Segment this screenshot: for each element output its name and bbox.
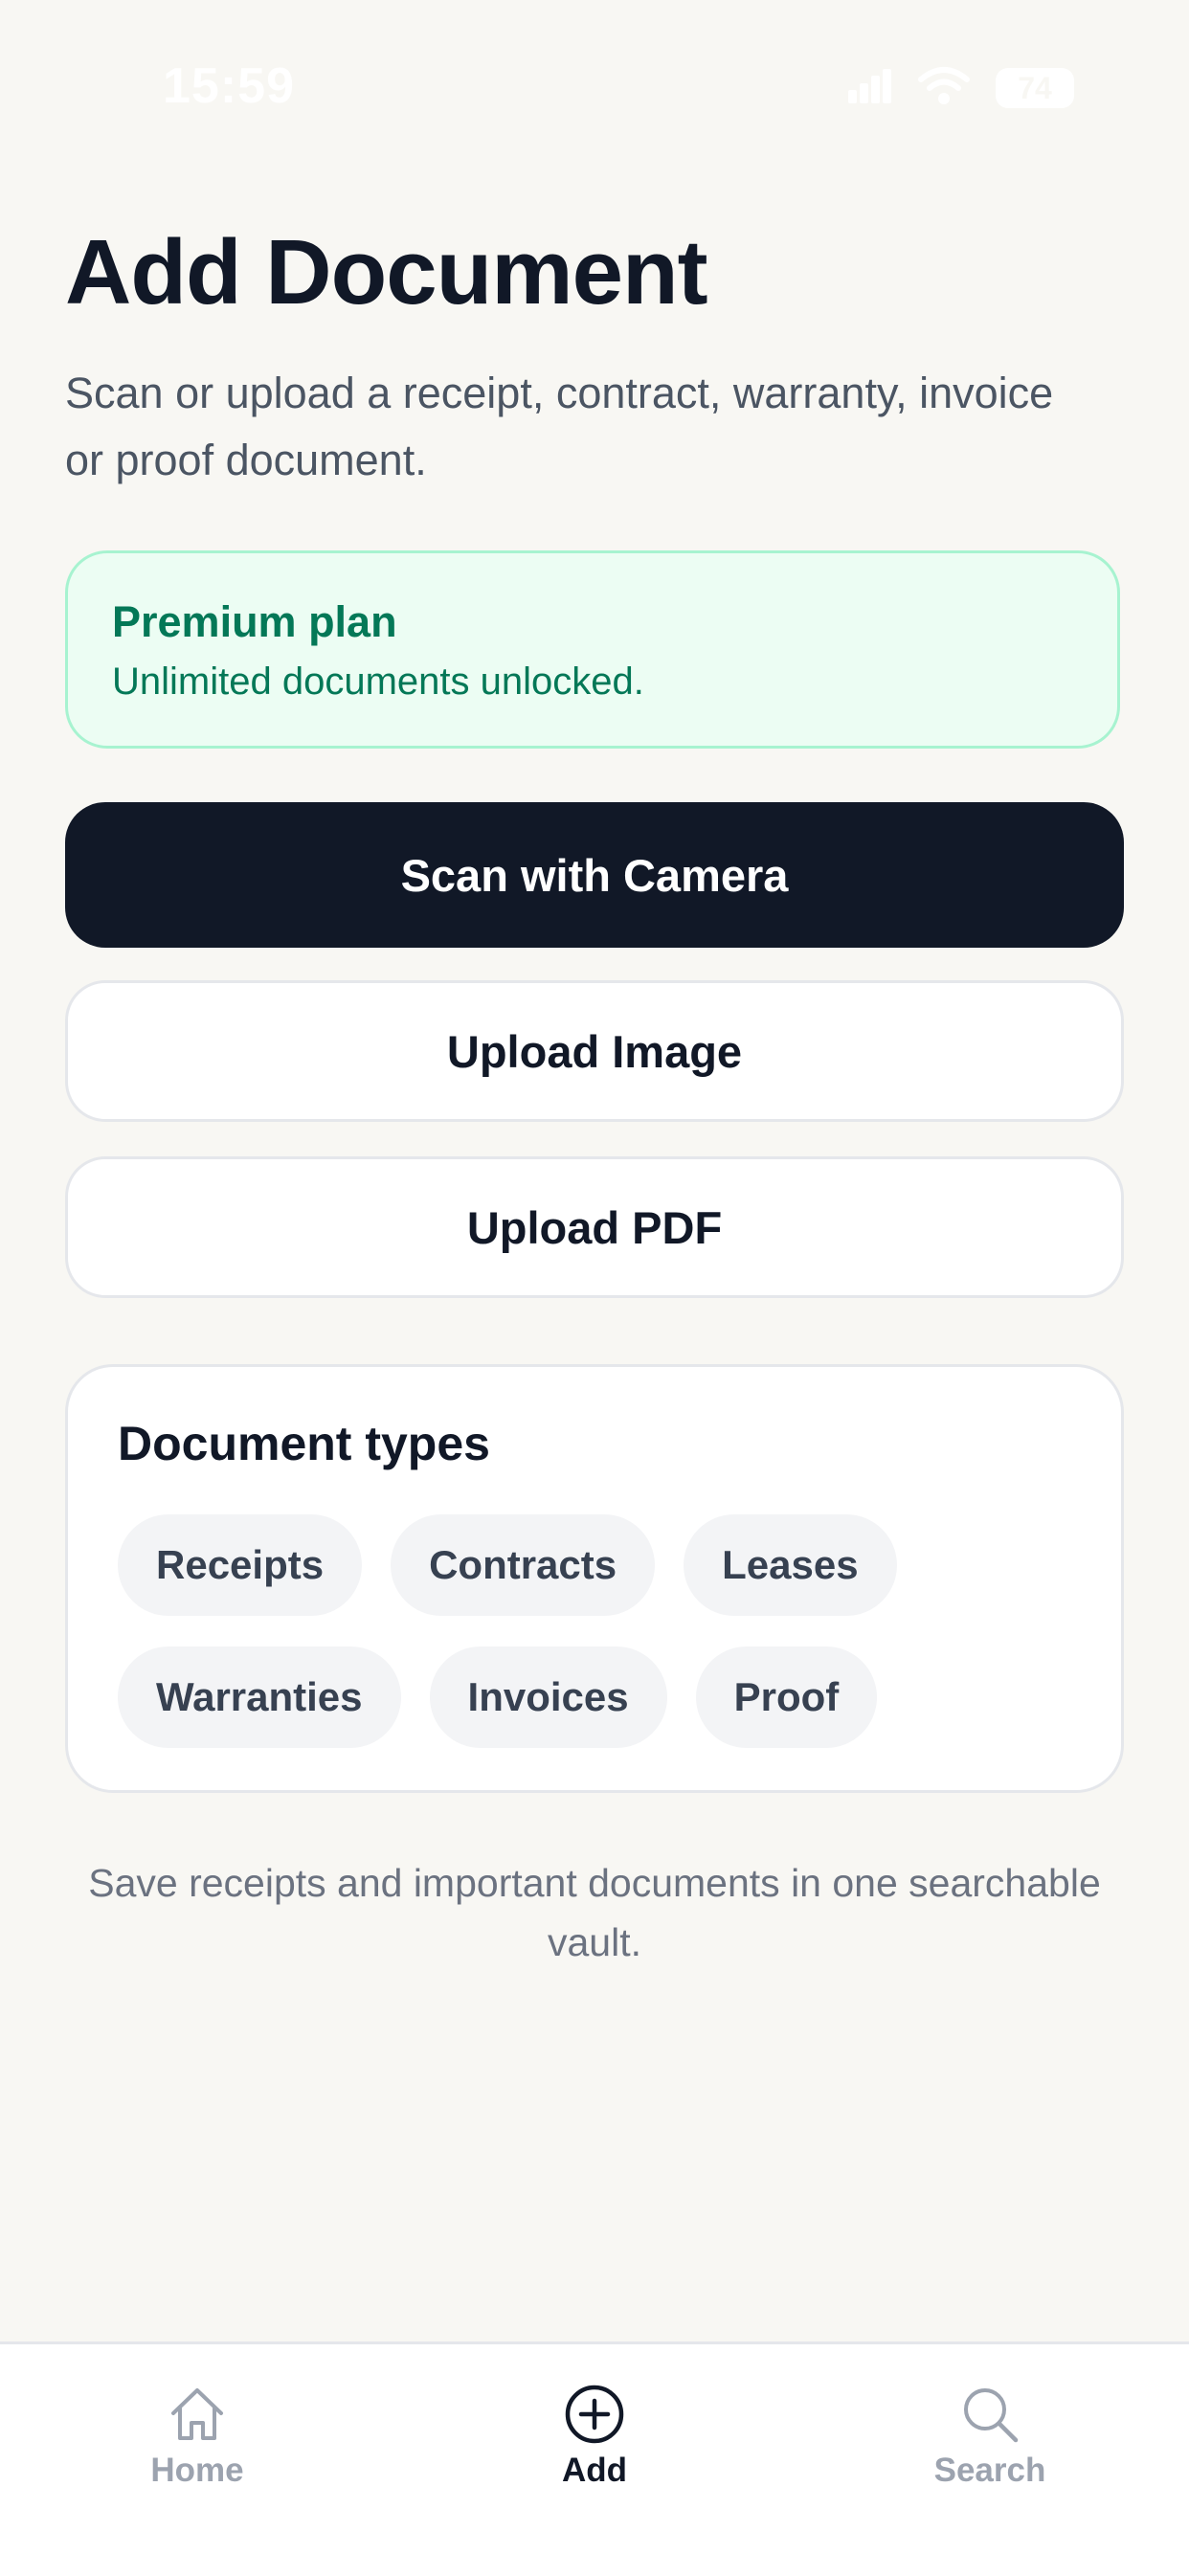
chip-receipts[interactable]: Receipts: [118, 1514, 363, 1616]
page-subtitle: Scan or upload a receipt, contract, warr…: [65, 369, 1054, 484]
tab-add[interactable]: Add: [470, 2383, 719, 2507]
plan-description: Unlimited documents unlocked.: [112, 661, 644, 703]
tab-add-label: Add: [561, 2452, 628, 2489]
signal-icon: [846, 67, 892, 110]
tab-home-label: Home: [150, 2452, 244, 2489]
plan-title: Premium plan: [112, 597, 397, 646]
chip-contracts[interactable]: Contracts: [391, 1514, 656, 1616]
chip-proof[interactable]: Proof: [695, 1646, 878, 1748]
upload-pdf-button[interactable]: Upload PDF: [65, 1156, 1124, 1298]
tab-home[interactable]: Home: [73, 2383, 322, 2507]
document-types-title: Document types: [118, 1417, 490, 1470]
status-time: 15:59: [163, 58, 295, 114]
scan-with-camera-button[interactable]: Scan with Camera: [65, 802, 1124, 948]
chip-leases[interactable]: Leases: [684, 1514, 897, 1616]
chip-invoices[interactable]: Invoices: [429, 1646, 667, 1748]
search-icon: [958, 2383, 1021, 2446]
premium-plan-card: Premium plan Unlimited documents unlocke…: [65, 550, 1120, 749]
tab-bar: Home Add Search: [0, 2341, 1189, 2576]
tab-search-label: Search: [933, 2452, 1046, 2489]
document-types-card: Document types Receipts Contracts Leases…: [65, 1364, 1124, 1793]
footer-note: Save receipts and important documents in…: [88, 1861, 1101, 1964]
status-icons: 74: [846, 61, 1074, 115]
wifi-icon: [917, 66, 971, 111]
status-bar: 15:59 74: [0, 0, 1189, 172]
tab-search[interactable]: Search: [865, 2383, 1114, 2507]
document-type-chips: Receipts Contracts Leases Warranties Inv…: [118, 1514, 1071, 1748]
battery-icon: 74: [996, 68, 1074, 108]
page-title: Add Document: [65, 221, 708, 324]
chip-warranties[interactable]: Warranties: [118, 1646, 401, 1748]
upload-image-button[interactable]: Upload Image: [65, 980, 1124, 1122]
plus-circle-icon: [563, 2383, 626, 2446]
home-icon: [166, 2383, 229, 2446]
